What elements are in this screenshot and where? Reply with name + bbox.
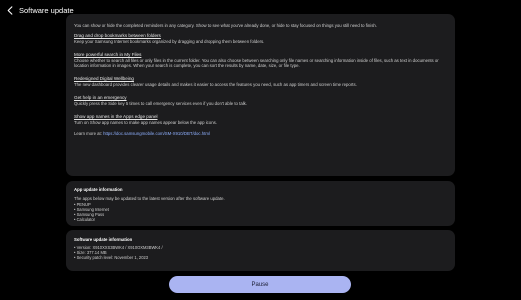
learn-more-prefix: Learn more at: xyxy=(74,131,104,136)
software-info-title: Software update information xyxy=(74,237,133,242)
list-item: Security patch level: November 1, 2023 xyxy=(74,255,163,261)
feature-emergency-help: Get help in an emergency Quickly press t… xyxy=(74,95,448,106)
app-update-card: App update information The apps below ma… xyxy=(66,181,455,226)
learn-more-line: Learn more at: https://doc.samsungmobile… xyxy=(74,131,210,136)
app-update-list: PENUP Samsung Internet Samsung Pass Calc… xyxy=(74,202,109,223)
intro-line: You can show or hide the completed remin… xyxy=(74,23,377,28)
whats-new-card[interactable]: You can show or hide the completed remin… xyxy=(66,14,455,176)
learn-more-link[interactable]: https://doc.samsungmobile.com/SM-X910/DB… xyxy=(103,131,210,136)
app-update-title: App update information xyxy=(74,187,123,192)
feature-my-files-search: More powerful search in My Files Choose … xyxy=(74,52,448,68)
feature-desc: Turn on Show app names to make app names… xyxy=(74,119,217,125)
app-update-desc: The apps below may be updated to the lat… xyxy=(74,196,225,201)
feature-digital-wellbeing: Redesigned Digital Wellbeing The new das… xyxy=(74,76,448,87)
feature-bookmarks: Drag and drop bookmarks between folders … xyxy=(74,33,448,44)
feature-desc: Keep your Samsung Internet bookmarks org… xyxy=(74,38,265,44)
page-title: Software update xyxy=(19,6,74,15)
pause-button[interactable]: Pause xyxy=(169,276,351,293)
back-arrow-icon[interactable] xyxy=(5,5,16,16)
software-info-list: Version: X910XXS3BWK4 / X910OXM3BWK4 / S… xyxy=(74,245,163,261)
software-info-card: Software update information Version: X91… xyxy=(66,230,455,271)
feature-desc: The new dashboard provides clearer usage… xyxy=(74,81,357,87)
feature-apps-edge-panel: Show app names in the Apps edge panel Tu… xyxy=(74,114,448,125)
feature-desc: Choose whether to search all files or on… xyxy=(74,57,439,68)
feature-desc: Quickly press the Side key 5 times to ca… xyxy=(74,100,248,106)
list-item: Calculator xyxy=(74,217,109,223)
